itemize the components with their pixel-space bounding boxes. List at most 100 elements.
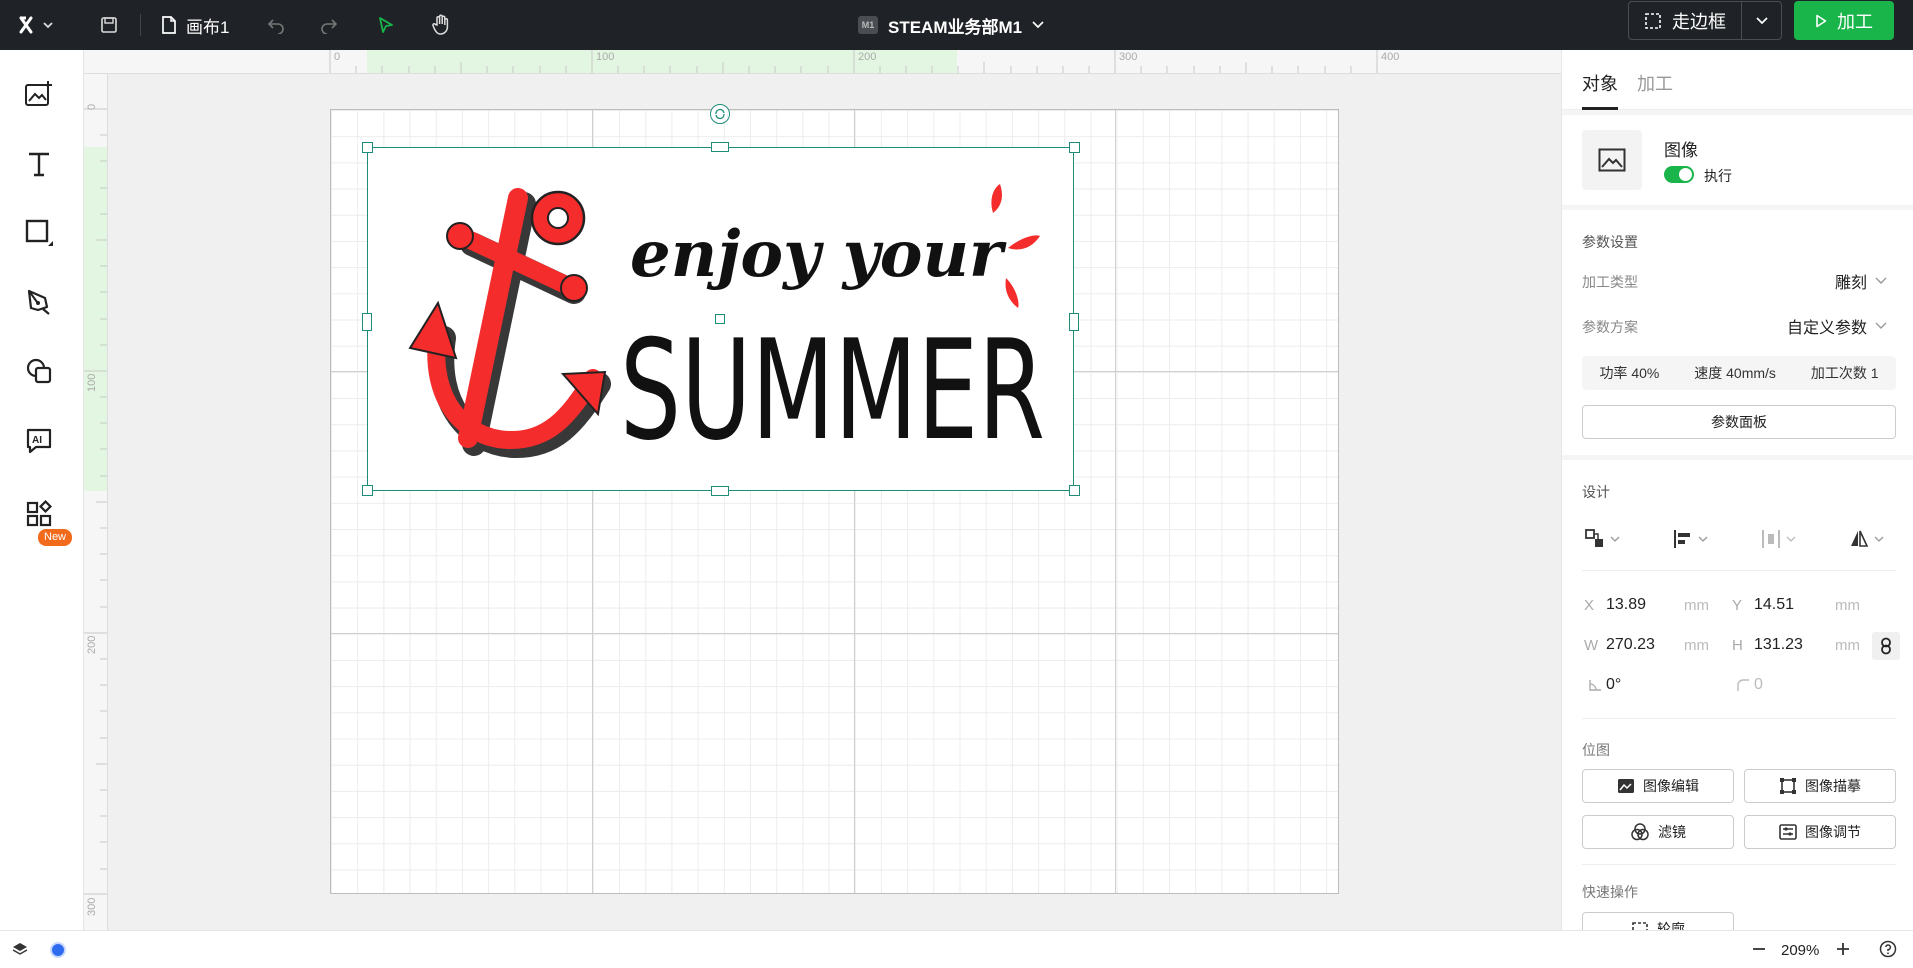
ruler-v-label: 0	[86, 103, 98, 110]
redo-icon[interactable]	[317, 0, 341, 50]
rotate-icon	[715, 108, 725, 120]
chevron-down-icon	[1698, 536, 1708, 542]
corner-radius-field[interactable]: 0	[1732, 676, 1860, 694]
object-thumbnail	[1582, 130, 1642, 190]
chevron-down-icon	[1786, 536, 1796, 542]
group-icon	[1585, 529, 1603, 547]
y-field[interactable]: Y 14.51 mm	[1732, 596, 1860, 614]
param-panel-button[interactable]: 参数面板	[1582, 405, 1896, 439]
tab-object[interactable]: 对象	[1582, 70, 1618, 96]
chevron-down-icon	[1874, 536, 1884, 542]
y-unit: mm	[1835, 596, 1860, 614]
image-icon	[1598, 148, 1626, 172]
scheme-label: 参数方案	[1582, 319, 1638, 335]
text-tool[interactable]	[20, 145, 58, 183]
design-section-title: 设计	[1582, 484, 1610, 500]
rotate-handle[interactable]	[710, 104, 730, 124]
properties-panel: 对象 加工 图像 执行 参数设置 加工类型 雕刻 参数方案 自定义参数 功率 4…	[1561, 50, 1913, 930]
image-edit-icon	[1618, 779, 1634, 793]
process-type-select[interactable]: 雕刻	[1835, 269, 1887, 293]
image-trace-button[interactable]: 图像描摹	[1744, 769, 1896, 803]
device-status-indicator[interactable]	[50, 942, 66, 958]
ruler-v-label: 300	[86, 897, 98, 916]
quick-actions-title: 快速操作	[1582, 884, 1638, 900]
panel-tabs: 对象 加工	[1562, 50, 1913, 110]
filter-icon	[1631, 823, 1649, 841]
width-field[interactable]: W 270.23 mm	[1584, 636, 1709, 654]
pen-tool[interactable]	[20, 283, 58, 321]
link-icon	[1881, 637, 1891, 655]
zoom-out-icon[interactable]	[1750, 940, 1768, 963]
frame-options-dropdown[interactable]	[1742, 1, 1782, 40]
toolbar-divider	[140, 14, 141, 36]
select-tool-icon[interactable]	[373, 0, 399, 50]
ai-tool[interactable]: AI	[20, 422, 58, 460]
bottom-status-bar: 209%	[0, 930, 1913, 968]
corner-radius-value: 0	[1754, 676, 1763, 693]
object-type: 图像	[1664, 141, 1698, 160]
image-tool[interactable]	[20, 75, 58, 113]
scheme-select[interactable]: 自定义参数	[1787, 314, 1887, 338]
resize-handle-bl[interactable]	[362, 485, 373, 496]
outline-button[interactable]: 轮廓	[1582, 912, 1734, 930]
document-name[interactable]: 画布1	[160, 0, 229, 50]
ruler-h-label: 400	[1381, 51, 1400, 63]
resize-handle-tl[interactable]	[362, 142, 373, 153]
height-field[interactable]: H 131.23 mm	[1732, 636, 1860, 654]
image-edit-button[interactable]: 图像编辑	[1582, 769, 1734, 803]
add-image-icon	[25, 81, 52, 106]
process-type-label: 加工类型	[1582, 274, 1638, 290]
layers-icon[interactable]	[12, 941, 28, 962]
angle-field[interactable]: 0°	[1584, 676, 1709, 694]
center-handle[interactable]	[715, 314, 725, 324]
document-name-label: 画布1	[186, 17, 230, 37]
align-menu[interactable]	[1672, 528, 1708, 550]
shapes-library-tool[interactable]	[20, 352, 58, 390]
x-field[interactable]: X 13.89 mm	[1584, 596, 1709, 614]
resize-handle-bottom[interactable]	[711, 486, 729, 496]
frame-dashed-icon	[1645, 12, 1661, 29]
resize-handle-top[interactable]	[711, 142, 729, 152]
distribute-menu[interactable]	[1760, 528, 1796, 550]
document-icon	[162, 16, 176, 34]
w-value: 270.23	[1606, 636, 1655, 653]
process-button[interactable]: 加工	[1794, 1, 1894, 40]
ruler-v-label: 100	[86, 373, 98, 392]
help-icon[interactable]	[1879, 940, 1897, 963]
image-adjust-button[interactable]: 图像调节	[1744, 815, 1896, 849]
resize-handle-tr[interactable]	[1069, 142, 1080, 153]
x-logo-icon	[19, 16, 53, 34]
resize-handle-right[interactable]	[1069, 313, 1079, 331]
apps-tool[interactable]	[20, 495, 58, 533]
ai-chat-icon: AI	[26, 428, 52, 454]
angle-value: 0°	[1606, 676, 1622, 693]
apps-grid-icon	[26, 500, 53, 527]
params-section-title: 参数设置	[1582, 234, 1638, 250]
frame-button[interactable]: 走边框	[1628, 1, 1742, 40]
w-label: W	[1584, 636, 1599, 654]
save-icon[interactable]	[94, 0, 124, 50]
group-menu[interactable]	[1584, 528, 1620, 550]
device-name: STEAM业务部M1	[888, 17, 1023, 37]
ruler-h-label: 0	[334, 51, 341, 63]
execute-toggle[interactable]	[1664, 166, 1694, 183]
shape-tool[interactable]	[20, 214, 58, 252]
filter-button[interactable]: 滤镜	[1582, 815, 1734, 849]
rectangle-icon	[25, 219, 53, 246]
params-summary[interactable]: 功率 40% 速度 40mm/s 加工次数 1	[1582, 356, 1896, 390]
chevron-down-icon	[1610, 536, 1620, 542]
undo-icon[interactable]	[264, 0, 288, 50]
ruler-h-label: 300	[1119, 51, 1138, 63]
lock-ratio-button[interactable]	[1872, 632, 1900, 660]
bitmap-section-title: 位图	[1582, 742, 1610, 758]
x-unit: mm	[1684, 596, 1709, 614]
resize-handle-left[interactable]	[362, 313, 372, 331]
pan-hand-icon[interactable]	[428, 0, 454, 50]
flip-menu[interactable]	[1848, 528, 1884, 550]
device-selector[interactable]: M1 STEAM业务部M1	[858, 0, 1044, 50]
resize-handle-br[interactable]	[1069, 485, 1080, 496]
app-logo-menu[interactable]	[12, 0, 62, 50]
zoom-in-icon[interactable]	[1834, 940, 1852, 963]
chevron-down-icon	[1875, 322, 1887, 329]
tab-process[interactable]: 加工	[1637, 70, 1673, 96]
